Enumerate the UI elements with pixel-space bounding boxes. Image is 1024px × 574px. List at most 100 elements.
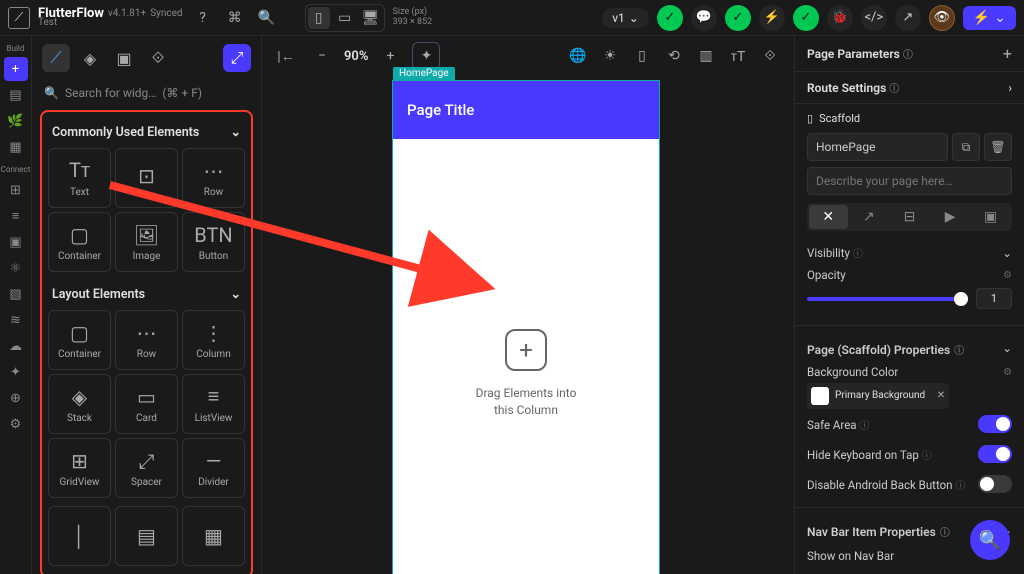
opacity-value[interactable]: 1: [976, 288, 1012, 309]
widget-item[interactable]: ▤: [115, 506, 178, 566]
widget-item-card[interactable]: ▭Card: [115, 374, 178, 434]
widget-icon: Tᴛ: [69, 159, 90, 183]
comments-icon[interactable]: 💬: [691, 5, 717, 31]
device-phone-icon[interactable]: ▯: [308, 7, 330, 29]
tab-backend-icon[interactable]: ⊟: [890, 205, 929, 229]
components-tab-icon[interactable]: ▣: [110, 44, 138, 72]
widget-item-button[interactable]: BTNButton: [182, 212, 245, 272]
widget-search[interactable]: 🔍 Search for widg… (⌘ + F): [32, 80, 261, 106]
widget-item-container[interactable]: ▢Container: [48, 310, 111, 370]
command-icon[interactable]: ⌘: [223, 6, 247, 30]
export-icon[interactable]: ↗: [895, 5, 921, 31]
widget-item-column[interactable]: ⋮Column: [182, 310, 245, 370]
accessibility-icon[interactable]: ⟐: [756, 42, 784, 70]
tab-animations-icon[interactable]: ▶: [931, 205, 970, 229]
bug-icon[interactable]: 🐞: [827, 5, 853, 31]
media-icon[interactable]: ▧: [4, 282, 28, 306]
widget-item-row[interactable]: ⋯Row: [115, 310, 178, 370]
app-bar[interactable]: Page Title: [393, 81, 659, 139]
widget-item-image[interactable]: 🖼Image: [115, 212, 178, 272]
page-parameters-section[interactable]: Page Parameters ⓘ +: [795, 36, 1024, 72]
opacity-slider[interactable]: [807, 297, 968, 301]
code-icon[interactable]: </>: [861, 5, 887, 31]
help-icon[interactable]: ?: [191, 6, 215, 30]
copy-icon[interactable]: ⧉: [952, 133, 980, 161]
drop-plus-icon: +: [505, 329, 547, 371]
expand-panel-icon[interactable]: ⤢: [223, 44, 251, 72]
tests-icon[interactable]: ✦: [4, 360, 28, 384]
bgcolor-chip[interactable]: Primary Background ✕: [807, 383, 949, 409]
cloud-icon[interactable]: ☁: [4, 334, 28, 358]
widget-item-row[interactable]: ⋯Row: [182, 148, 245, 208]
safe-area-toggle[interactable]: [978, 415, 1012, 433]
delete-icon[interactable]: 🗑: [984, 133, 1012, 161]
status-check-2[interactable]: ✓: [725, 5, 751, 31]
widget-item-gridview[interactable]: ⊞GridView: [48, 438, 111, 498]
widget-item-stack[interactable]: ◈Stack: [48, 374, 111, 434]
widget-item[interactable]: │: [48, 506, 111, 566]
multidevice-icon[interactable]: ▥: [692, 42, 720, 70]
ai-icon[interactable]: ⚡: [759, 5, 785, 31]
datatypes-icon[interactable]: ≡: [4, 204, 28, 228]
custom-code-icon[interactable]: ≋: [4, 308, 28, 332]
theme-tab-icon[interactable]: ⟐: [144, 44, 172, 72]
add-widget-icon[interactable]: +: [4, 57, 28, 81]
tab-actions-icon[interactable]: ↗: [850, 205, 889, 229]
widget-item-spacer[interactable]: ⤢Spacer: [115, 438, 178, 498]
ai-gen-icon[interactable]: ✦: [412, 42, 440, 70]
route-settings-section[interactable]: Route Settings ⓘ ›: [795, 72, 1024, 104]
device-frame[interactable]: HomePage Page Title + Drag Elements into…: [392, 80, 660, 574]
status-check-3[interactable]: ✓: [793, 5, 819, 31]
device-icon[interactable]: ▯: [628, 42, 656, 70]
zoom-out-icon[interactable]: −: [308, 42, 336, 70]
clear-color-icon[interactable]: ✕: [937, 390, 945, 402]
chevron-down-icon[interactable]: ⌄: [1002, 341, 1012, 355]
settings-icon[interactable]: ⚙: [1003, 367, 1012, 378]
widget-item-container[interactable]: ▢Container: [48, 212, 111, 272]
disable-back-toggle[interactable]: [978, 475, 1012, 493]
text-scale-icon[interactable]: ᴛT: [724, 42, 752, 70]
firestore-icon[interactable]: ⊞: [4, 178, 28, 202]
section-common[interactable]: Commonly Used Elements⌄: [48, 118, 245, 148]
tab-docs-icon[interactable]: ▣: [971, 205, 1010, 229]
zoom-in-icon[interactable]: +: [376, 42, 404, 70]
tab-widget-icon[interactable]: ✕: [809, 205, 848, 229]
settings-icon[interactable]: ⚙: [4, 412, 28, 436]
pages-icon[interactable]: ▤: [4, 83, 28, 107]
section-layout[interactable]: Layout Elements⌄: [48, 280, 245, 310]
widget-item-listview[interactable]: ≡ListView: [182, 374, 245, 434]
search-icon: 🔍: [979, 530, 1001, 551]
version-dropdown[interactable]: v1⌄: [602, 8, 649, 28]
status-check-1[interactable]: ✓: [657, 5, 683, 31]
search-fab[interactable]: 🔍: [970, 520, 1010, 560]
preview-icon[interactable]: 👁: [929, 5, 955, 31]
theme-toggle-icon[interactable]: ☀: [596, 42, 624, 70]
orientation-icon[interactable]: ⟲: [660, 42, 688, 70]
hide-kb-toggle[interactable]: [978, 445, 1012, 463]
templates-tab-icon[interactable]: ◈: [76, 44, 104, 72]
widgets-tab-icon[interactable]: ⟋: [42, 44, 70, 72]
add-param-icon[interactable]: +: [1003, 44, 1012, 63]
widget-item-column[interactable]: ⊡: [115, 148, 178, 208]
settings-icon[interactable]: ⚙: [1003, 270, 1012, 281]
widget-item-divider[interactable]: —Divider: [182, 438, 245, 498]
device-desktop-icon[interactable]: 🖥: [360, 7, 382, 29]
info-icon: ⓘ: [955, 481, 965, 492]
bgcolor-label: Background Color: [807, 365, 898, 379]
appstate-icon[interactable]: ▣: [4, 230, 28, 254]
theme-icon[interactable]: ⊕: [4, 386, 28, 410]
widget-item[interactable]: ▦: [182, 506, 245, 566]
tree-icon[interactable]: 🌿: [4, 109, 28, 133]
chevron-down-icon[interactable]: ⌄: [1002, 246, 1012, 260]
widget-item-text[interactable]: TᴛText: [48, 148, 111, 208]
drop-target-column[interactable]: + Drag Elements into this Column: [393, 139, 659, 574]
globe-icon[interactable]: 🌐: [564, 42, 592, 70]
page-name-input[interactable]: [807, 133, 948, 161]
run-button[interactable]: ⚡⌄: [963, 6, 1016, 30]
collapse-left-icon[interactable]: |←: [272, 42, 300, 70]
device-tablet-icon[interactable]: ▭: [334, 7, 356, 29]
page-description-input[interactable]: [807, 167, 1012, 195]
storyboard-icon[interactable]: ▦: [4, 135, 28, 159]
search-icon[interactable]: 🔍: [255, 6, 279, 30]
api-icon[interactable]: ⚛: [4, 256, 28, 280]
